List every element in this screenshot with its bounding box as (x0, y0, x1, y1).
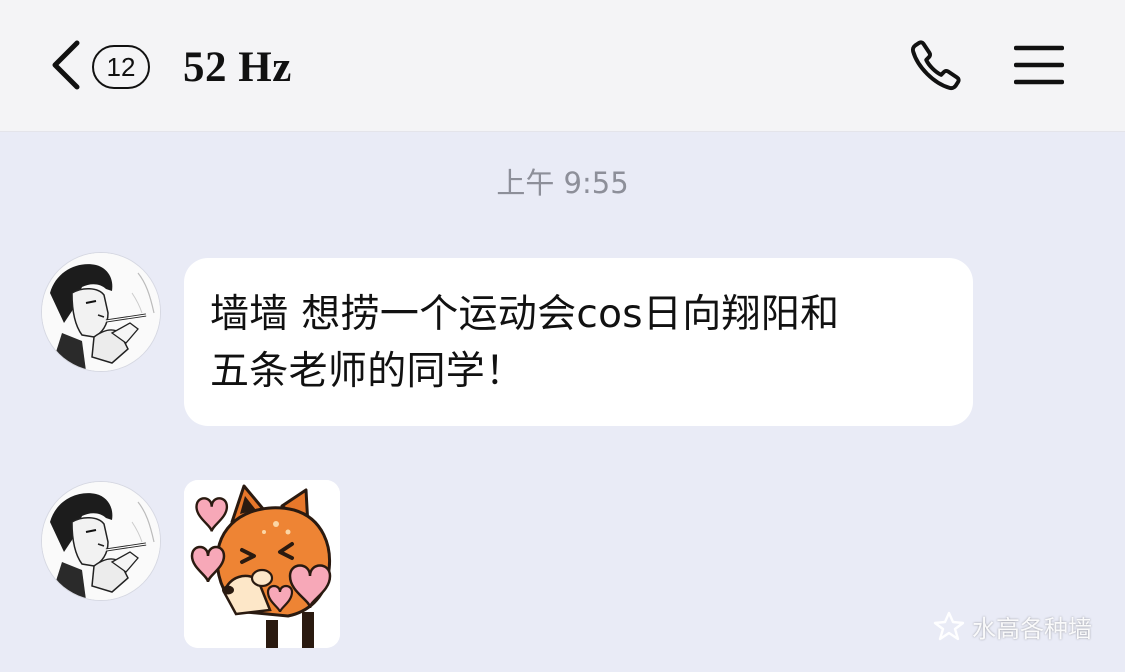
message-timestamp: 上午 9:55 (496, 166, 629, 200)
fox-with-hearts-sticker[interactable] (184, 480, 340, 648)
star-logo-icon (932, 611, 966, 641)
unread-count-badge[interactable]: 12 (92, 45, 150, 89)
hamburger-menu-icon (1013, 43, 1065, 91)
watermark-text: 水高各种墙 (972, 614, 1092, 643)
watermark: 水高各种墙 (932, 608, 1092, 644)
message-text-line: 五条老师的同学！ (210, 349, 525, 394)
message-text-line: 墙墙 想捞一个运动会cos日向翔阳和 (210, 292, 840, 337)
phone-icon (908, 37, 964, 97)
chat-title: 52 Hz (183, 43, 292, 91)
chat-header: 12 52 Hz (0, 0, 1125, 132)
message-bubble[interactable]: 墙墙 想捞一个运动会cos日向翔阳和 五条老师的同学！ (184, 258, 973, 426)
menu-button[interactable] (1008, 40, 1070, 94)
chevron-left-icon (51, 40, 81, 94)
sender-avatar[interactable] (42, 482, 160, 600)
back-button[interactable] (44, 38, 88, 96)
sender-avatar[interactable] (42, 253, 160, 371)
call-button[interactable] (905, 38, 967, 96)
